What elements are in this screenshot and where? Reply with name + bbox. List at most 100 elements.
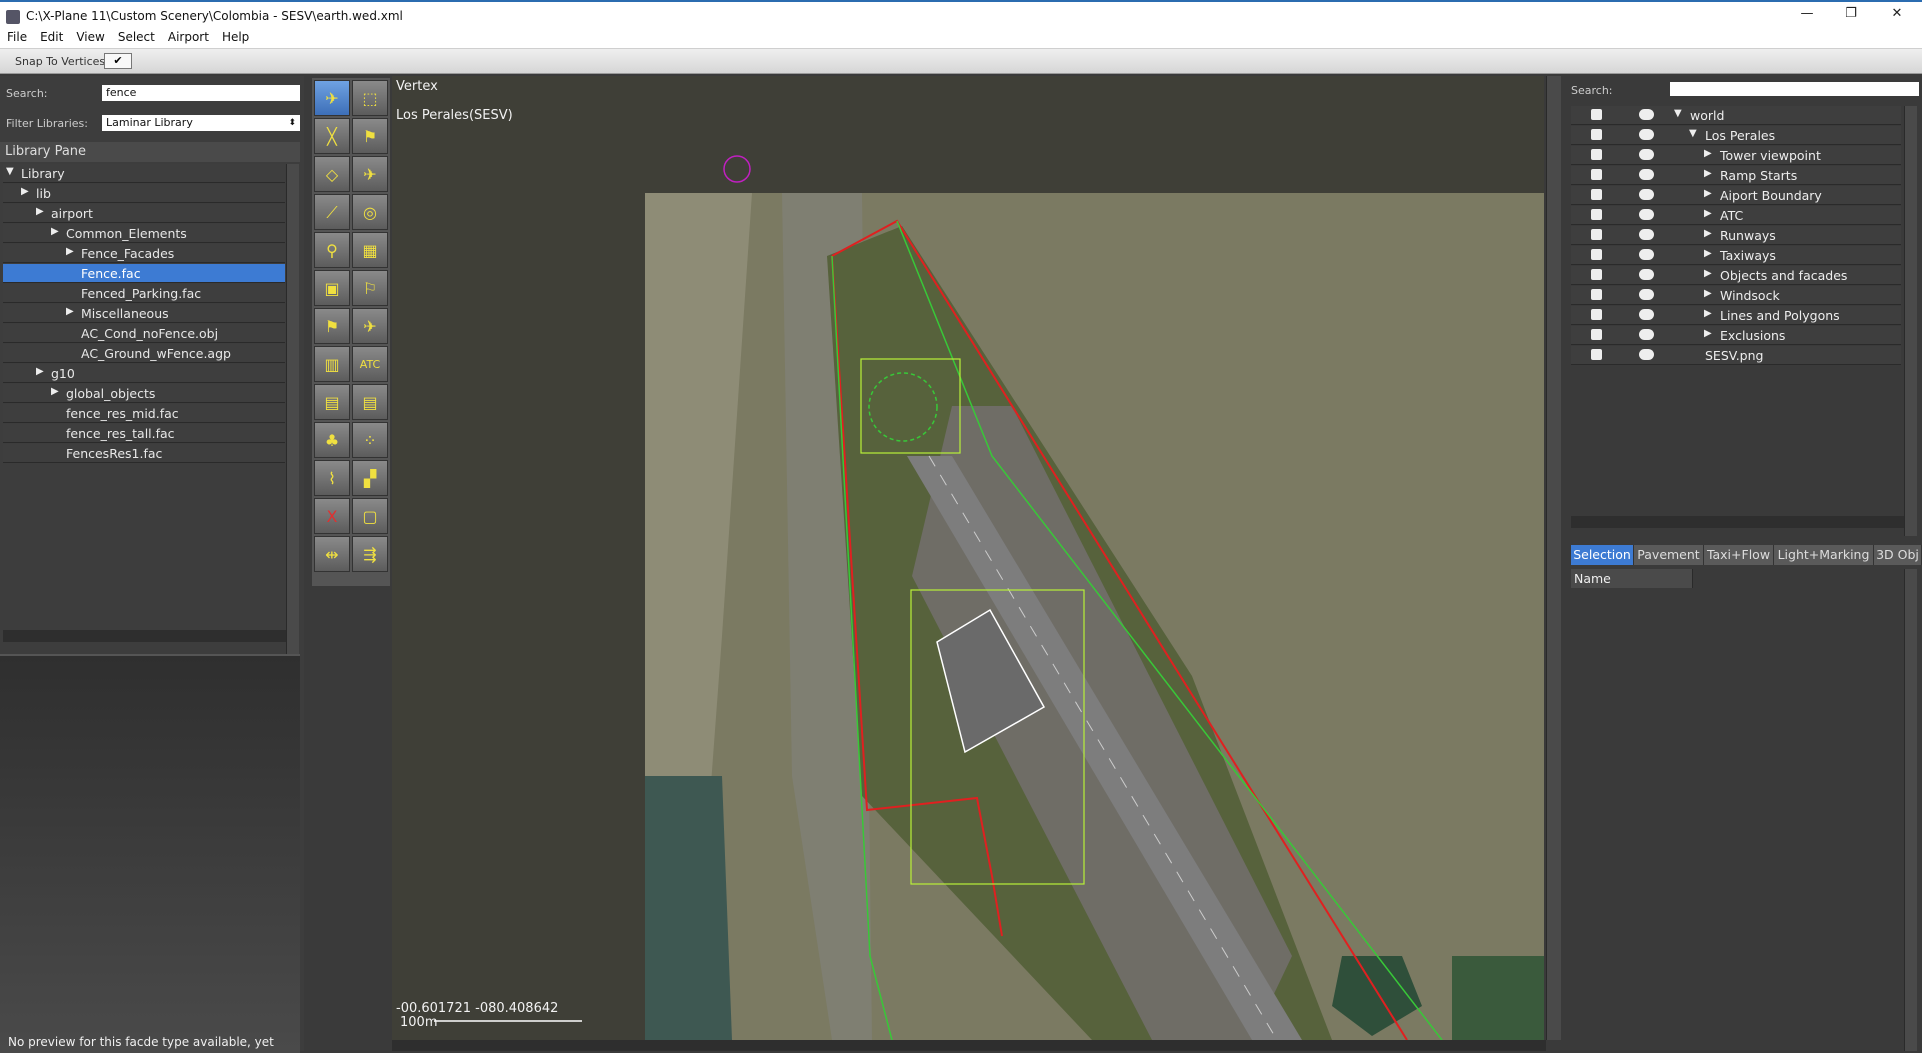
taxi-route-tool-button[interactable]: ⟋ xyxy=(314,194,350,230)
lock-icon[interactable] xyxy=(1591,209,1602,220)
library-item[interactable]: ▶ global_objects xyxy=(3,384,285,403)
runway-tool-button[interactable]: ╳ xyxy=(314,118,350,154)
eye-icon[interactable] xyxy=(1639,189,1654,200)
exclusion-tool-button[interactable]: X xyxy=(314,498,350,534)
library-item[interactable]: ▶ lib xyxy=(3,184,285,203)
menu-view[interactable]: View xyxy=(69,28,110,44)
expand-arrow-icon[interactable]: ▶ xyxy=(1704,148,1712,159)
expand-arrow-icon[interactable]: ▶ xyxy=(1704,228,1712,239)
expand-arrow-icon[interactable]: ▶ xyxy=(36,366,44,377)
library-item[interactable]: AC_Ground_wFence.agp xyxy=(3,344,285,363)
tower-viewpoint-tool-button[interactable]: ▣ xyxy=(314,270,350,306)
expand-arrow-icon[interactable]: ▼ xyxy=(1689,128,1697,139)
eye-icon[interactable] xyxy=(1639,249,1654,260)
expand-arrow-icon[interactable]: ▶ xyxy=(66,246,74,257)
tab-taxi-flow[interactable]: Taxi+Flow xyxy=(1704,545,1774,565)
minimize-button[interactable]: — xyxy=(1792,6,1822,26)
library-horizontal-scrollbar[interactable] xyxy=(3,630,286,642)
lock-icon[interactable] xyxy=(1591,349,1602,360)
library-item[interactable]: Fenced_Parking.fac xyxy=(3,284,285,303)
lock-icon[interactable] xyxy=(1591,249,1602,260)
hierarchy-horizontal-scrollbar[interactable] xyxy=(1571,516,1904,528)
hierarchy-row[interactable]: SESV.png xyxy=(1571,346,1901,365)
point-tool-button[interactable]: ⁘ xyxy=(352,422,388,458)
tab-3d-obj[interactable]: 3D Obj xyxy=(1874,545,1922,565)
menu-help[interactable]: Help xyxy=(215,28,255,44)
menu-airport[interactable]: Airport xyxy=(161,28,215,44)
eye-icon[interactable] xyxy=(1639,129,1654,140)
expand-arrow-icon[interactable]: ▶ xyxy=(1704,208,1712,219)
eye-icon[interactable] xyxy=(1639,329,1654,340)
menu-file[interactable]: File xyxy=(0,28,33,44)
lock-icon[interactable] xyxy=(1591,189,1602,200)
polygon-tool-button[interactable]: ▞ xyxy=(352,460,388,496)
expand-arrow-icon[interactable]: ▶ xyxy=(1704,168,1712,179)
hierarchy-row[interactable]: ▼ world xyxy=(1571,106,1901,125)
library-item[interactable]: ▶ Common_Elements xyxy=(3,224,285,243)
string-tool-button[interactable]: ▤ xyxy=(352,384,388,420)
library-item[interactable]: ▶ Fence_Facades xyxy=(3,244,285,263)
tab-pavement[interactable]: Pavement xyxy=(1634,545,1704,565)
tab-light-marking[interactable]: Light+Marking xyxy=(1774,545,1874,565)
eye-icon[interactable] xyxy=(1639,289,1654,300)
tab-selection[interactable]: Selection xyxy=(1571,545,1634,565)
expand-arrow-icon[interactable]: ▶ xyxy=(1704,268,1712,279)
marquee-tool-button[interactable]: ⬚ xyxy=(352,80,388,116)
library-vertical-scrollbar[interactable] xyxy=(286,164,299,704)
lock-icon[interactable] xyxy=(1591,169,1602,180)
lock-icon[interactable] xyxy=(1591,229,1602,240)
library-item[interactable]: fence_res_mid.fac xyxy=(3,404,285,423)
hierarchy-row[interactable]: ▶ ATC xyxy=(1571,206,1901,225)
hierarchy-row[interactable]: ▶ Exclusions xyxy=(1571,326,1901,345)
library-item[interactable]: FencesRes1.fac xyxy=(3,444,285,463)
object-tool-button[interactable]: ▤ xyxy=(314,384,350,420)
hierarchy-row[interactable]: ▼ Los Perales xyxy=(1571,126,1901,145)
restore-button[interactable]: ❐ xyxy=(1836,6,1866,26)
lock-icon[interactable] xyxy=(1591,109,1602,120)
expand-arrow-icon[interactable]: ▶ xyxy=(1704,188,1712,199)
inspector-vertical-scrollbar[interactable] xyxy=(1904,569,1917,1051)
lock-icon[interactable] xyxy=(1591,129,1602,140)
lock-icon[interactable] xyxy=(1591,329,1602,340)
ramp-start-tool-button[interactable]: ◎ xyxy=(352,194,388,230)
snap-to-vertices-checkbox[interactable]: ✔ xyxy=(104,53,132,69)
map-view[interactable]: Vertex Los Perales(SESV) -00.601721 -080… xyxy=(392,76,1544,1040)
map-vertical-scrollbar[interactable] xyxy=(1546,76,1561,1040)
expand-arrow-icon[interactable]: ▶ xyxy=(1704,308,1712,319)
eye-icon[interactable] xyxy=(1639,109,1654,120)
lock-icon[interactable] xyxy=(1591,269,1602,280)
expand-arrow-icon[interactable]: ▶ xyxy=(1704,248,1712,259)
expand-arrow-icon[interactable]: ▶ xyxy=(36,206,44,217)
light-fixture-tool-button[interactable]: ⚲ xyxy=(314,232,350,268)
library-item[interactable]: ▶ g10 xyxy=(3,364,285,383)
library-item[interactable]: AC_Cond_noFence.obj xyxy=(3,324,285,343)
menu-select[interactable]: Select xyxy=(111,28,161,44)
hierarchy-vertical-scrollbar[interactable] xyxy=(1904,106,1917,536)
eye-icon[interactable] xyxy=(1639,209,1654,220)
lock-icon[interactable] xyxy=(1591,309,1602,320)
expand-arrow-icon[interactable]: ▶ xyxy=(1704,328,1712,339)
hierarchy-row[interactable]: ▶ Objects and facades xyxy=(1571,266,1901,285)
library-item[interactable]: fence_res_tall.fac xyxy=(3,424,285,443)
facade-tool-button[interactable]: ▥ xyxy=(314,346,350,382)
expand-arrow-icon[interactable]: ▶ xyxy=(51,226,59,237)
menu-edit[interactable]: Edit xyxy=(33,28,69,44)
filter-libraries-select[interactable]: Laminar Library ⬍ xyxy=(102,115,300,131)
hierarchy-row[interactable]: ▶ Runways xyxy=(1571,226,1901,245)
hierarchy-row[interactable]: ▶ Ramp Starts xyxy=(1571,166,1901,185)
windsock-tool-button[interactable]: ⚐ xyxy=(352,270,388,306)
map-canvas[interactable] xyxy=(392,76,1544,1040)
empty-tool-button[interactable]: ▢ xyxy=(352,498,388,534)
library-item[interactable]: ▶ Miscellaneous xyxy=(3,304,285,323)
boundary-tool-button[interactable]: ✈ xyxy=(352,308,388,344)
atc-tool-button[interactable]: ATC xyxy=(352,346,388,382)
hierarchy-row[interactable]: ▶ Aiport Boundary xyxy=(1571,186,1901,205)
expand-arrow-icon[interactable]: ▼ xyxy=(6,166,14,177)
eye-icon[interactable] xyxy=(1639,309,1654,320)
library-item[interactable]: ▶ airport xyxy=(3,204,285,223)
eye-icon[interactable] xyxy=(1639,349,1654,360)
eye-icon[interactable] xyxy=(1639,169,1654,180)
line-tool-button[interactable]: ⌇ xyxy=(314,460,350,496)
sealane-tool-button[interactable]: ✈ xyxy=(352,156,388,192)
sign-tool-button[interactable]: ▦ xyxy=(352,232,388,268)
